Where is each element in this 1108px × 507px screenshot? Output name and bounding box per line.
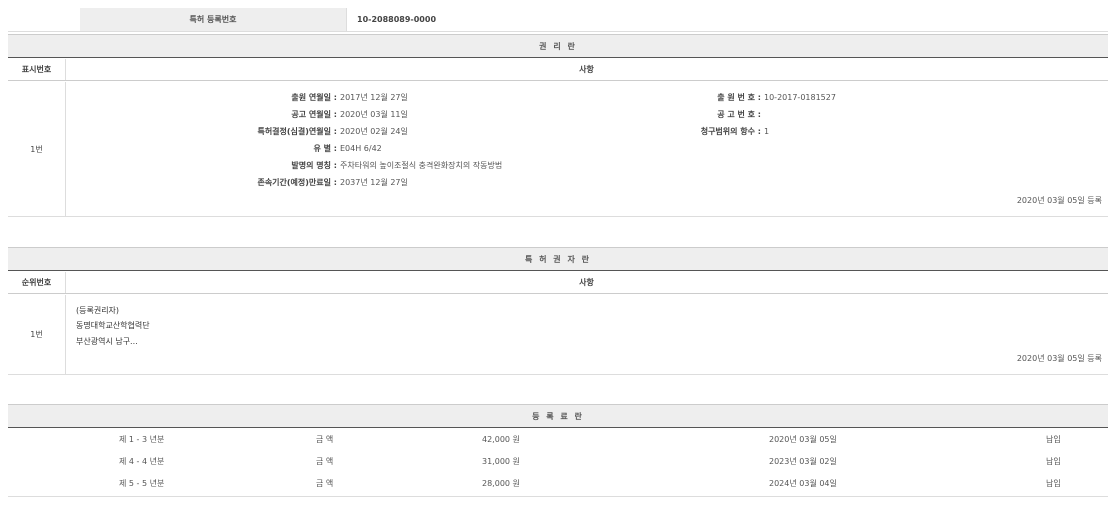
fee-status: 납입 xyxy=(1046,452,1061,471)
field-label: 출원 연월일 : xyxy=(291,92,337,103)
fee-period: 제 4 - 4 년분 xyxy=(119,452,164,471)
patentee-line: 동명대학교산학협력단 xyxy=(76,318,150,332)
rights-left-field: 발명의 명칭 : xyxy=(65,158,337,172)
fee-section-header: 등 록 료 란 xyxy=(8,404,1108,428)
registration-number-row: 특허 등록번호 10-2088089-0000 xyxy=(8,8,1108,32)
fee-period: 제 1 - 3 년분 xyxy=(119,430,164,449)
fee-date: 2024년 03월 04일 xyxy=(769,474,837,493)
field-value: 2037년 12월 27일 xyxy=(340,175,408,189)
patentee-section-header: 특 허 권 자 란 xyxy=(8,247,1108,271)
patentee-row-number: 1번 xyxy=(8,295,66,374)
patentee-line: 부산광역시 남구... xyxy=(76,334,138,348)
fee-row: 제 4 - 4 년분 금 액 31,000 원 2023년 03월 02일 납입 xyxy=(8,452,1108,471)
field-label: 공 고 번 호 : xyxy=(717,109,761,120)
field-label: 출 원 번 호 : xyxy=(717,92,761,103)
fee-status: 납입 xyxy=(1046,430,1061,449)
field-label: 특허결정(심결)연월일 : xyxy=(257,126,337,137)
field-value: 주차타워의 높이조절식 충격완화장치의 작동방법 xyxy=(340,158,502,172)
patentee-col-content: 사항 xyxy=(65,272,1108,293)
patentee-col-number: 순위번호 xyxy=(8,272,66,293)
field-value: 1 xyxy=(764,124,769,138)
field-value: 2020년 03월 11일 xyxy=(340,107,408,121)
field-value: 2017년 12월 27일 xyxy=(340,90,408,104)
rights-left-field: 특허결정(심결)연월일 : xyxy=(65,124,337,138)
fee-amount: 42,000 원 xyxy=(482,430,520,449)
fee-row: 제 1 - 3 년분 금 액 42,000 원 2020년 03월 05일 납입 xyxy=(8,430,1108,449)
field-value: 2020년 02월 24일 xyxy=(340,124,408,138)
fee-date: 2020년 03월 05일 xyxy=(769,430,837,449)
fee-status: 납입 xyxy=(1046,474,1061,493)
rights-left-field: 출원 연월일 : xyxy=(65,90,337,104)
fee-period: 제 5 - 5 년분 xyxy=(119,474,164,493)
rights-column-header: 표시번호 사항 xyxy=(8,59,1108,81)
rights-registered-date: 2020년 03월 05일 등록 xyxy=(1017,195,1102,206)
rights-right-field: 출 원 번 호 : xyxy=(508,90,761,104)
fee-amount-label: 금 액 xyxy=(316,430,333,449)
field-label: 청구범위의 항수 : xyxy=(701,126,761,137)
rights-col-content: 사항 xyxy=(65,59,1108,80)
field-label: 유 별 : xyxy=(314,143,338,154)
rights-left-field: 공고 연월일 : xyxy=(65,107,337,121)
fee-amount-label: 금 액 xyxy=(316,452,333,471)
patentee-row: 1번 (등록권리자) 동명대학교산학협력단 부산광역시 남구... 2020년 … xyxy=(8,295,1108,375)
patentee-line: (등록권리자) xyxy=(76,303,119,317)
fee-amount-label: 금 액 xyxy=(316,474,333,493)
field-label: 공고 연월일 : xyxy=(291,109,337,120)
rights-row: 1번 출원 연월일 : 2017년 12월 27일 공고 연월일 : 2020년… xyxy=(8,82,1108,217)
patentee-registered-date: 2020년 03월 05일 등록 xyxy=(1017,353,1102,364)
rights-row-number: 1번 xyxy=(8,82,66,216)
field-value: 10-2017-0181527 xyxy=(764,90,836,104)
fee-section-bottom-border xyxy=(8,496,1108,497)
rights-right-field: 공 고 번 호 : xyxy=(508,107,761,121)
rights-section-header: 권 리 란 xyxy=(8,34,1108,58)
registration-number-label: 특허 등록번호 xyxy=(80,8,346,31)
rights-left-field: 존속기간(예정)만료일 : xyxy=(65,175,337,189)
rights-col-number: 표시번호 xyxy=(8,59,66,80)
registration-number-value: 10-2088089-0000 xyxy=(346,8,1108,31)
rights-right-field: 청구범위의 항수 : xyxy=(508,124,761,138)
rights-left-field: 유 별 : xyxy=(65,141,337,155)
field-label: 발명의 명칭 : xyxy=(291,160,337,171)
patentee-column-header: 순위번호 사항 xyxy=(8,272,1108,294)
fee-date: 2023년 03월 02일 xyxy=(769,452,837,471)
fee-row: 제 5 - 5 년분 금 액 28,000 원 2024년 03월 04일 납입 xyxy=(8,474,1108,493)
fee-amount: 31,000 원 xyxy=(482,452,520,471)
field-label: 존속기간(예정)만료일 : xyxy=(257,177,337,188)
fee-amount: 28,000 원 xyxy=(482,474,520,493)
field-value: E04H 6/42 xyxy=(340,141,382,155)
